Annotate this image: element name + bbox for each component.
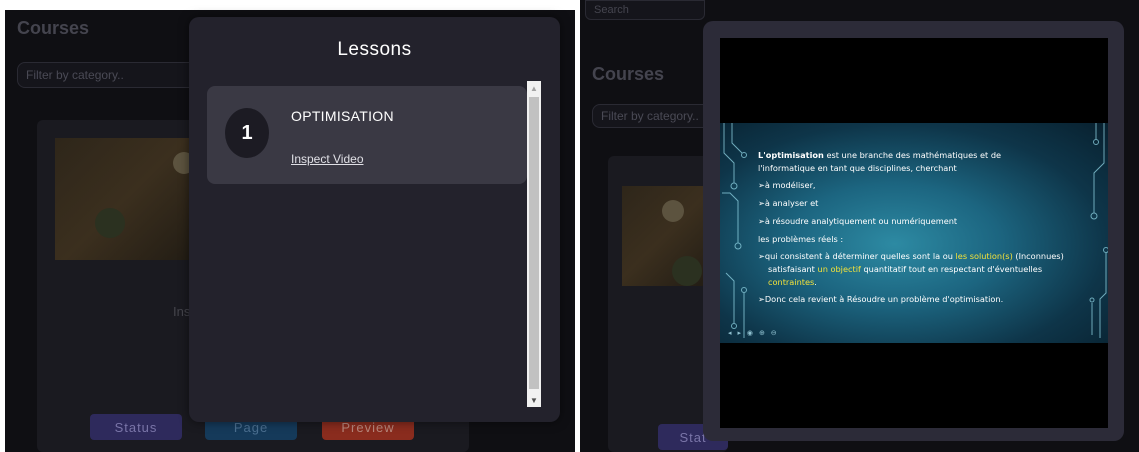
lesson-list: 1 OPTIMISATION Inspect Video (207, 81, 547, 407)
slide-line: satisfaisant un objectif quantitatif tou… (758, 263, 1103, 276)
courses-title-right: Courses (592, 64, 665, 84)
slide-highlight: contraintes (768, 276, 815, 287)
lesson-number: 1 (225, 108, 269, 158)
bullet-icon: ➢ (758, 251, 765, 262)
slide-line: contraintes. (758, 276, 1103, 289)
scroll-down-icon[interactable]: ▼ (527, 393, 541, 407)
slide-bullet: ➢Donc cela revient à Résoudre un problèm… (758, 293, 1103, 306)
slide-line-text: quantitatif tout en respectant d'éventue… (860, 263, 1043, 274)
slide-bold-term: L'optimisation (758, 150, 824, 160)
bullet-icon: ➢ (758, 294, 765, 305)
video-slide: L'optimisation est une branche des mathé… (720, 123, 1108, 343)
slide-highlight: un objectif (817, 263, 861, 274)
slide-line-text: est une branche des mathématiques et de (823, 150, 1002, 160)
lessons-modal: Lessons 1 OPTIMISATION Inspect Video ▲ ▼ (189, 17, 560, 422)
scroll-up-icon[interactable]: ▲ (527, 81, 541, 95)
courses-title: Courses (17, 18, 90, 38)
lesson-list-scrollbar[interactable]: ▲ ▼ (527, 81, 541, 407)
scroll-thumb[interactable] (529, 97, 539, 389)
slide-bullet-text: (Inconnues) (1012, 251, 1064, 262)
video-modal: L'optimisation est une branche des mathé… (703, 21, 1124, 441)
category-filter-input[interactable]: Filter by category.. (17, 62, 217, 88)
slide-bullet-text: à résoudre analytiquement ou numériqueme… (764, 215, 958, 226)
lessons-title: Lessons (337, 39, 412, 60)
thumbnail-plant-right (672, 256, 702, 286)
video-player[interactable]: L'optimisation est une branche des mathé… (720, 38, 1108, 428)
slide-bullet: ➢à résoudre analytiquement ou numériquem… (758, 215, 1103, 228)
slide-line: l'informatique en tant que disciplines, … (758, 162, 957, 173)
slide-line-text: satisfaisant (768, 263, 818, 274)
search-input[interactable]: Search (585, 0, 705, 20)
slide-bullet: ➢à modéliser, (758, 179, 1103, 192)
lesson-item[interactable]: 1 OPTIMISATION Inspect Video (207, 86, 527, 184)
inspect-video-link[interactable]: Inspect Video (291, 152, 364, 166)
slide-line: les problèmes réels : (758, 233, 844, 244)
bullet-icon: ➢ (758, 215, 765, 226)
page: Courses Filter by category.. Ins Status … (0, 0, 1139, 452)
slide-bullet: ➢à analyser et (758, 197, 1103, 210)
bullet-icon: ➢ (758, 198, 765, 209)
slide-bullet-text: Donc cela revient à Résoudre un problème… (764, 294, 1004, 305)
slide-line: L'optimisation est une branche des mathé… (758, 149, 1103, 162)
bullet-icon: ➢ (758, 180, 765, 191)
slide-highlight: les solution(s) (955, 251, 1013, 262)
card-inspect-text: Ins (173, 304, 191, 319)
thumbnail-plant (95, 208, 125, 238)
slide-line-text: . (814, 276, 817, 287)
status-button[interactable]: Status (90, 414, 182, 440)
slide-controls-icon[interactable]: ◂ ▸ ◉ ⊕ ⊖ (728, 329, 779, 337)
slide-bullet-text: qui consistent à déterminer quelles sont… (764, 251, 956, 262)
slide-text: L'optimisation est une branche des mathé… (758, 149, 1103, 306)
slide-bullet-text: à modéliser, (764, 180, 816, 191)
slide-bullet: ➢qui consistent à déterminer quelles son… (758, 250, 1103, 263)
slide-bullet-text: à analyser et (764, 198, 819, 209)
lesson-name: OPTIMISATION (291, 108, 394, 124)
thumbnail-lamp-right (662, 200, 684, 222)
